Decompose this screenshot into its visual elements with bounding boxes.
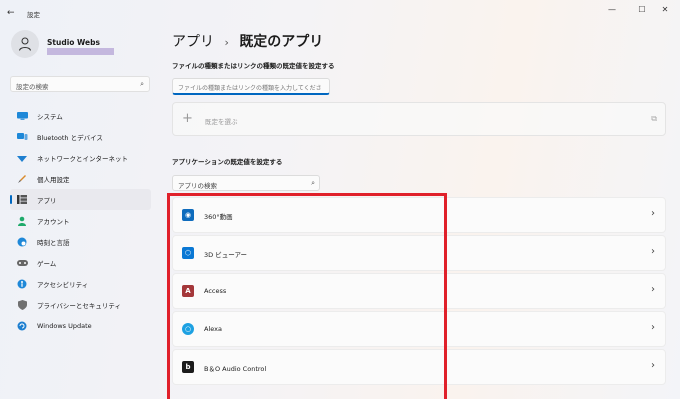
search-icon: ⌕ xyxy=(140,80,144,88)
person-icon xyxy=(16,216,28,226)
monitor-icon xyxy=(16,111,28,121)
settings-search-input[interactable]: 設定の検索 ⌕ xyxy=(10,76,150,92)
plus-icon: + xyxy=(182,111,193,126)
choose-default-label: 既定を選ぶ xyxy=(205,118,238,126)
chevron-right-icon: › xyxy=(651,246,655,257)
globe-clock-icon xyxy=(16,237,28,247)
chevron-right-icon: › xyxy=(651,208,655,219)
file-section-label: ファイルの種類またはリンクの種類の既定値を設定する xyxy=(172,62,335,70)
maximize-button[interactable]: ☐ xyxy=(633,5,651,14)
settings-search-placeholder: 設定の検索 xyxy=(16,83,49,91)
app-list: ◉ 360°動画 › ⬡ 3D ビューアー › A Access › ○ Ale… xyxy=(172,197,666,387)
minimize-button[interactable]: — xyxy=(603,5,621,14)
sidebar-item-label: 時刻と言語 xyxy=(37,238,70,247)
app-search-placeholder: アプリの検索 xyxy=(178,182,217,190)
sidebar-nav: システム Bluetooth とデバイス ネットワークとインターネット 個人用設… xyxy=(10,105,151,336)
sidebar-item-apps[interactable]: アプリ xyxy=(10,189,151,210)
sidebar-item-windows-update[interactable]: Windows Update xyxy=(10,315,151,336)
app-search-input[interactable]: アプリの検索 ⌕ xyxy=(172,175,320,191)
breadcrumb: アプリ › 既定のアプリ xyxy=(172,31,323,51)
close-button[interactable]: ✕ xyxy=(656,5,674,14)
app-name: 360°動画 xyxy=(204,213,233,221)
window-title: 設定 xyxy=(27,11,40,19)
profile-name: Studio Webs xyxy=(47,38,100,47)
breadcrumb-parent[interactable]: アプリ xyxy=(172,34,214,50)
external-link-icon: ⧉ xyxy=(651,114,657,123)
apps-icon xyxy=(16,195,28,205)
sidebar-item-label: 個人用設定 xyxy=(37,175,70,184)
user-silhouette-icon xyxy=(19,37,31,51)
chevron-right-icon: › xyxy=(651,360,655,371)
search-icon: ⌕ xyxy=(311,179,315,187)
sidebar-item-label: ネットワークとインターネット xyxy=(37,154,128,163)
app-name: Alexa xyxy=(204,325,222,333)
sidebar-item-gaming[interactable]: ゲーム xyxy=(10,252,151,273)
gamepad-icon xyxy=(16,258,28,268)
sidebar-item-personalization[interactable]: 個人用設定 xyxy=(10,168,151,189)
chevron-right-icon: › xyxy=(651,322,655,333)
title-bar: ← 設定 — ☐ ✕ xyxy=(0,0,680,26)
sidebar-item-label: Bluetooth とデバイス xyxy=(37,133,103,142)
sidebar-item-privacy[interactable]: プライバシーとセキュリティ xyxy=(10,294,151,315)
bluetooth-icon xyxy=(16,132,28,142)
3d-viewer-icon: ⬡ xyxy=(182,247,194,259)
sidebar-item-time-language[interactable]: 時刻と言語 xyxy=(10,231,151,252)
app-row-bo-audio[interactable]: b B＆O Audio Control › xyxy=(172,349,666,385)
back-arrow-icon[interactable]: ← xyxy=(7,8,15,18)
sidebar-item-network[interactable]: ネットワークとインターネット xyxy=(10,147,151,168)
sidebar-item-label: Windows Update xyxy=(37,321,92,330)
app-row-360-video[interactable]: ◉ 360°動画 › xyxy=(172,197,666,233)
sidebar-item-bluetooth[interactable]: Bluetooth とデバイス xyxy=(10,126,151,147)
app-row-3d-viewer[interactable]: ⬡ 3D ビューアー › xyxy=(172,235,666,271)
avatar[interactable] xyxy=(11,30,39,58)
bo-audio-icon: b xyxy=(182,361,194,373)
page-title: 既定のアプリ xyxy=(239,34,324,50)
app-row-alexa[interactable]: ○ Alexa › xyxy=(172,311,666,347)
shield-icon xyxy=(16,299,28,310)
sidebar-item-label: システム xyxy=(37,112,63,121)
accessibility-icon xyxy=(16,279,28,289)
alexa-icon: ○ xyxy=(182,323,194,335)
360-video-icon: ◉ xyxy=(182,209,194,221)
app-section-label: アプリケーションの既定値を設定する xyxy=(172,158,283,166)
app-name: 3D ビューアー xyxy=(204,251,248,259)
chevron-right-icon: › xyxy=(651,284,655,295)
sidebar-item-label: アプリ xyxy=(37,196,57,205)
sidebar-item-label: アカウント xyxy=(37,217,70,226)
app-row-access[interactable]: A Access › xyxy=(172,273,666,309)
sidebar-item-label: ゲーム xyxy=(37,259,57,268)
choose-default-box: + 既定を選ぶ ⧉ xyxy=(172,102,666,136)
sidebar-item-accessibility[interactable]: アクセシビリティ xyxy=(10,273,151,294)
access-icon: A xyxy=(182,285,194,297)
sidebar-item-label: プライバシーとセキュリティ xyxy=(37,301,121,310)
wifi-icon xyxy=(16,153,28,163)
profile-email-redacted xyxy=(47,48,114,55)
file-type-search-input[interactable]: ファイルの種類またはリンクの種類を入力してくださ xyxy=(172,78,330,95)
update-icon xyxy=(16,321,28,331)
brush-icon xyxy=(16,174,28,184)
app-name: B＆O Audio Control xyxy=(204,365,267,373)
sidebar-item-label: アクセシビリティ xyxy=(37,280,89,289)
sidebar-item-system[interactable]: システム xyxy=(10,105,151,126)
app-name: Access xyxy=(204,287,227,295)
breadcrumb-separator: › xyxy=(224,36,229,49)
sidebar-item-accounts[interactable]: アカウント xyxy=(10,210,151,231)
